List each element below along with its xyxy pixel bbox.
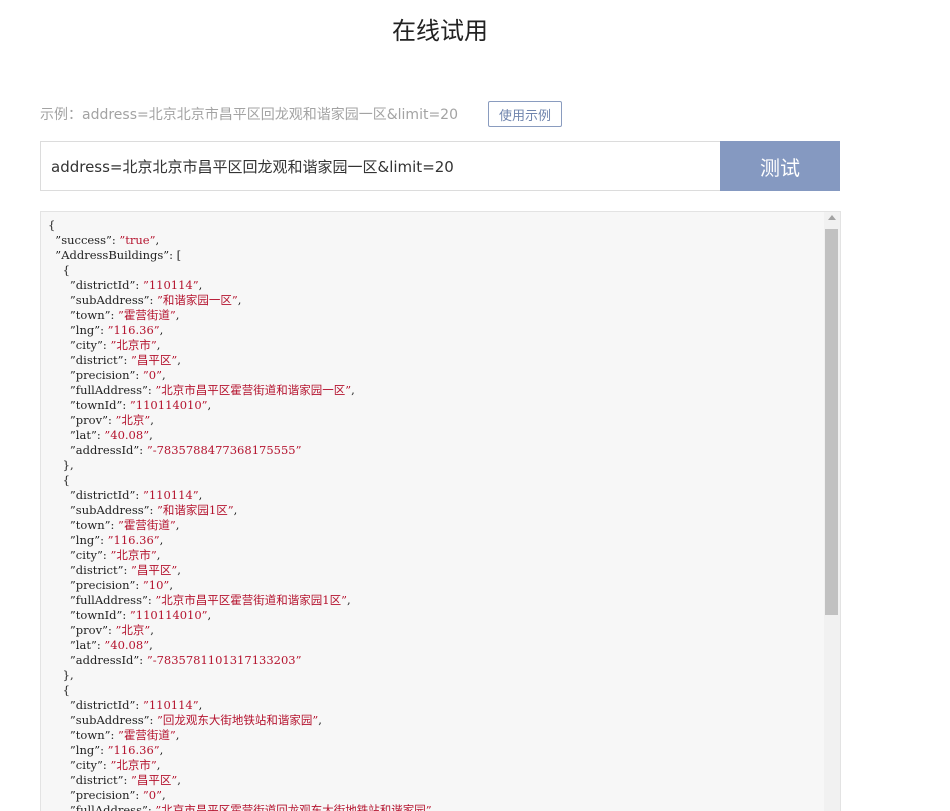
json-value-1-townid: ”110114010”	[129, 608, 208, 622]
json-value-1-lat: ”40.08”	[104, 638, 150, 652]
test-button[interactable]: 测试	[720, 141, 840, 191]
result-panel[interactable]: { ”success”: ”true”, ”AddressBuildings”:…	[40, 211, 841, 811]
json-value-0-fulladdress: ”北京市昌平区霍营街道和谐家园一区”	[155, 383, 352, 397]
scroll-up-arrow-icon[interactable]	[828, 215, 836, 220]
json-value-1-town: ”霍营街道”	[118, 518, 176, 532]
json-value-2-city: ”北京市”	[110, 758, 157, 772]
json-value-0-lng: ”116.36”	[107, 323, 160, 337]
json-value-0-subaddress: ”和谐家园一区”	[157, 293, 238, 307]
json-value-2-district: ”昌平区”	[131, 773, 178, 787]
json-value-1-district: ”昌平区”	[131, 563, 178, 577]
json-value-2-precision: ”0”	[142, 788, 162, 802]
json-value-0-precision: ”0”	[142, 368, 162, 382]
example-text: 示例：address=北京北京市昌平区回龙观和谐家园一区&limit=20	[40, 107, 458, 123]
json-value-2-districtid: ”110114”	[142, 698, 199, 712]
json-value-0-prov: ”北京”	[115, 413, 151, 427]
example-row: 示例：address=北京北京市昌平区回龙观和谐家园一区&limit=20 使用…	[40, 101, 563, 127]
json-value-2-fulladdress: ”北京市昌平区霍营街道回龙观东大街地铁站和谐家园”	[155, 803, 432, 811]
json-value-2-lng: ”116.36”	[107, 743, 160, 757]
page-title: 在线试用	[392, 17, 488, 45]
json-value-1-lng: ”116.36”	[107, 533, 160, 547]
json-value-0-townid: ”110114010”	[129, 398, 208, 412]
json-value-2-subaddress: ”回龙观东大街地铁站和谐家园”	[157, 713, 319, 727]
query-input[interactable]	[40, 141, 720, 191]
json-value-1-fulladdress: ”北京市昌平区霍营街道和谐家园1区”	[155, 593, 347, 607]
use-example-button[interactable]: 使用示例	[488, 101, 563, 127]
json-value-0-lat: ”40.08”	[104, 428, 150, 442]
online-trial-page: 在线试用 示例：address=北京北京市昌平区回龙观和谐家园一区&limit=…	[0, 0, 950, 811]
result-json: { ”success”: ”true”, ”AddressBuildings”:…	[41, 212, 840, 811]
json-value-1-districtid: ”110114”	[142, 488, 199, 502]
json-value-1-subaddress: ”和谐家园1区”	[157, 503, 234, 517]
json-value-1-prov: ”北京”	[115, 623, 151, 637]
scroll-thumb[interactable]	[825, 229, 838, 615]
json-value-success: ”true”	[119, 233, 156, 247]
json-value-0-town: ”霍营街道”	[118, 308, 176, 322]
json-value-1-precision: ”10”	[142, 578, 170, 592]
json-value-0-district: ”昌平区”	[131, 353, 178, 367]
json-value-0-addressid: ”-7835788477368175555”	[146, 443, 302, 457]
vertical-scrollbar[interactable]	[824, 212, 840, 811]
json-value-1-addressid: ”-7835781101317133203”	[146, 653, 302, 667]
query-row: 测试	[40, 141, 840, 191]
json-value-0-city: ”北京市”	[110, 338, 157, 352]
json-value-0-districtid: ”110114”	[142, 278, 199, 292]
json-value-1-city: ”北京市”	[110, 548, 157, 562]
json-value-2-town: ”霍营街道”	[118, 728, 176, 742]
